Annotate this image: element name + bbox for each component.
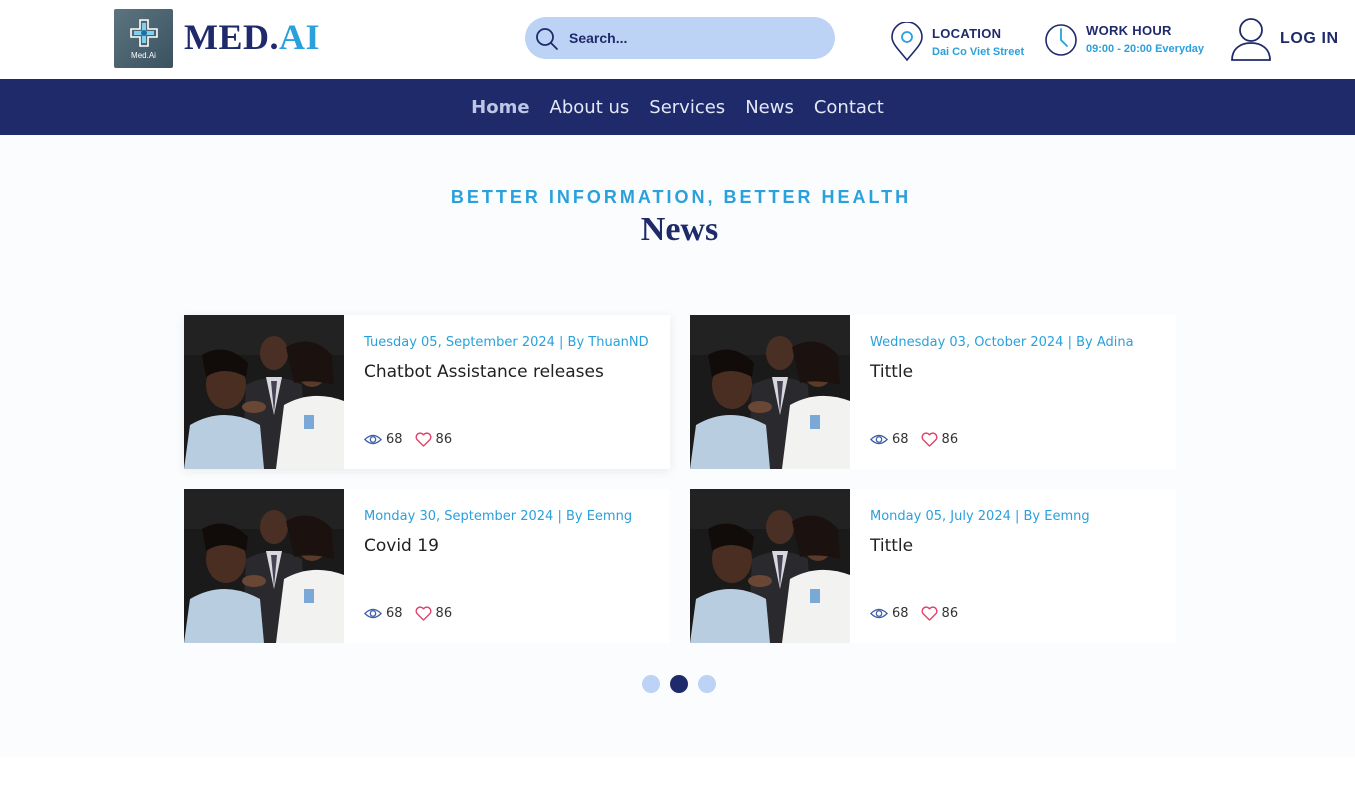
like-count: 86 xyxy=(941,606,959,621)
brand-part1: MED. xyxy=(184,17,279,57)
eye-icon xyxy=(870,433,888,446)
work-hour-label: WORK HOUR xyxy=(1086,23,1172,38)
nav-contact[interactable]: Contact xyxy=(814,97,884,118)
news-title[interactable]: Chatbot Assistance releases xyxy=(364,362,604,382)
news-meta: Monday 30, September 2024 | By Eemng xyxy=(364,509,633,524)
footer-strip xyxy=(0,757,1355,793)
section-title: News xyxy=(640,211,719,248)
news-meta: Wednesday 03, October 2024 | By Adina xyxy=(870,335,1134,350)
login-button[interactable]: LOG IN xyxy=(1228,16,1339,62)
location-label: LOCATION xyxy=(932,26,1002,41)
user-icon xyxy=(1231,18,1271,61)
heart-icon[interactable] xyxy=(415,606,432,621)
news-card[interactable]: Monday 05, July 2024 | By Eemng Tittle 6… xyxy=(690,489,1176,643)
news-meta: Monday 05, July 2024 | By Eemng xyxy=(870,509,1090,524)
eye-icon xyxy=(364,433,382,446)
like-count: 86 xyxy=(435,606,453,621)
news-card[interactable]: Wednesday 03, October 2024 | By Adina Ti… xyxy=(690,315,1176,469)
work-hour-value: 09:00 - 20:00 Everyday xyxy=(1086,43,1205,55)
search-input[interactable] xyxy=(569,17,819,59)
heart-icon[interactable] xyxy=(921,432,938,447)
logo[interactable]: Med.Ai xyxy=(114,9,173,68)
news-title[interactable]: Covid 19 xyxy=(364,536,439,556)
news-title[interactable]: Tittle xyxy=(870,362,913,382)
medical-cross-icon xyxy=(129,18,158,47)
news-thumbnail[interactable] xyxy=(690,489,850,643)
eye-icon xyxy=(870,607,888,620)
nav-services[interactable]: Services xyxy=(649,97,725,118)
brand-part2: AI xyxy=(279,17,321,57)
logo-subtext: Med.Ai xyxy=(131,50,156,60)
view-count: 68 xyxy=(386,606,403,621)
news-title[interactable]: Tittle xyxy=(870,536,913,556)
search-bar xyxy=(525,17,835,59)
brand-name[interactable]: MED.AI xyxy=(184,16,320,58)
eye-icon xyxy=(364,607,382,620)
search-icon[interactable] xyxy=(535,27,559,51)
view-count: 68 xyxy=(892,432,909,447)
login-label: LOG IN xyxy=(1280,30,1339,47)
carousel-dot-2[interactable] xyxy=(670,675,688,693)
nav-home[interactable]: Home xyxy=(471,97,529,118)
news-thumbnail[interactable] xyxy=(184,315,344,469)
carousel-pagination xyxy=(642,675,726,693)
location-pin-icon xyxy=(891,22,923,62)
news-thumbnail[interactable] xyxy=(184,489,344,643)
news-card[interactable]: Monday 30, September 2024 | By Eemng Cov… xyxy=(184,489,670,643)
view-count: 68 xyxy=(386,432,403,447)
carousel-dot-1[interactable] xyxy=(642,675,660,693)
like-count: 86 xyxy=(435,432,453,447)
news-meta: Tuesday 05, September 2024 | By ThuanND xyxy=(364,335,649,350)
nav-about[interactable]: About us xyxy=(550,97,630,118)
like-count: 86 xyxy=(941,432,959,447)
location-value: Dai Co Viet Street xyxy=(932,46,1025,58)
carousel-dot-3[interactable] xyxy=(698,675,716,693)
view-count: 68 xyxy=(892,606,909,621)
header: Med.Ai MED.AI LOCATION Dai Co Viet Stree… xyxy=(0,0,1355,79)
heart-icon[interactable] xyxy=(921,606,938,621)
news-thumbnail[interactable] xyxy=(690,315,850,469)
heart-icon[interactable] xyxy=(415,432,432,447)
nav-news[interactable]: News xyxy=(745,97,794,118)
clock-icon xyxy=(1045,24,1077,56)
main-nav: Home About us Services News Contact xyxy=(0,79,1355,135)
news-card[interactable]: Tuesday 05, September 2024 | By ThuanND … xyxy=(184,315,670,469)
section-kicker: BETTER INFORMATION, BETTER HEALTH xyxy=(450,187,912,207)
